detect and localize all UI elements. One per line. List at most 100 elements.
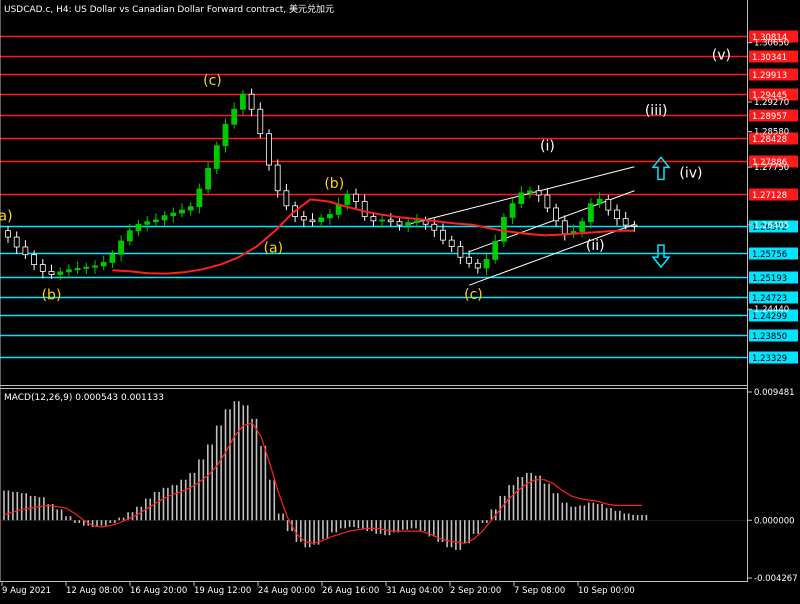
- resistance-level-label: 1.28957: [752, 112, 787, 122]
- bull-candle: [83, 266, 90, 269]
- bull-candle: [170, 212, 177, 217]
- bull-candle: [100, 262, 107, 267]
- bull-candle: [205, 168, 212, 190]
- bear-candle: [422, 220, 429, 225]
- wave-label: (v): [712, 47, 731, 63]
- bear-candle: [361, 201, 368, 217]
- bear-candle: [544, 194, 551, 209]
- bull-candle: [57, 271, 64, 275]
- bull-candle: [66, 269, 72, 273]
- bear-candle: [622, 218, 629, 226]
- bull-candle: [109, 253, 116, 263]
- wave-label: (ii): [586, 238, 605, 254]
- time-label: 2 Sep 20:00: [450, 586, 501, 596]
- bull-candle: [596, 198, 603, 205]
- bear-candle: [257, 108, 264, 135]
- wave-label: (b): [42, 288, 62, 304]
- bull-candle: [344, 193, 351, 205]
- bull-candle: [187, 206, 194, 211]
- time-label: 26 Aug 16:00: [322, 586, 379, 596]
- chart-background: [0, 0, 800, 600]
- bull-candle: [179, 209, 185, 214]
- time-label: 16 Aug 20:00: [130, 586, 187, 596]
- bear-candle: [448, 239, 455, 247]
- macd-title: MACD(12,26,9) 0.000543 0.001133: [4, 393, 164, 403]
- bull-candle: [483, 259, 490, 269]
- bull-candle: [222, 123, 229, 147]
- bull-candle: [500, 216, 507, 242]
- time-label: 24 Aug 00:00: [258, 586, 315, 596]
- wave-label: (a): [264, 240, 284, 256]
- price-tick-label: 1.30650: [754, 39, 789, 49]
- price-tick-label: 1.27750: [754, 163, 789, 173]
- chart-canvas[interactable]: (a) (b) (c) (a) (b) (c) (i) (ii) (iii) (iv) (v) US…: [0, 0, 800, 600]
- wave-label: (iv): [679, 165, 702, 181]
- bull-candle: [135, 223, 142, 232]
- wave-label: (iii): [645, 103, 668, 119]
- bear-candle: [457, 246, 464, 258]
- bear-candle: [309, 219, 316, 223]
- bear-candle: [39, 264, 46, 272]
- time-label: 31 Aug 04:00: [386, 586, 443, 596]
- support-level-label: 1.23329: [752, 354, 787, 364]
- resistance-level-label: 1.29913: [752, 71, 787, 81]
- wave-label: (i): [540, 138, 555, 154]
- bear-candle: [5, 230, 11, 238]
- support-level-label: 1.23850: [752, 332, 787, 342]
- price-tick-label: 1.26405: [754, 221, 789, 231]
- chart-title: USDCAD.c, H4: US Dollar vs Canadian Doll…: [4, 3, 334, 15]
- bear-candle: [474, 262, 481, 269]
- macd-tick-label: 0.000000: [754, 516, 795, 526]
- bear-candle: [431, 223, 438, 231]
- bull-candle: [318, 217, 325, 223]
- bull-candle: [492, 241, 499, 260]
- bear-candle: [535, 190, 542, 196]
- bull-candle: [118, 240, 124, 255]
- bear-candle: [22, 246, 29, 256]
- bear-candle: [353, 193, 359, 202]
- time-label: 10 Sep 00:00: [578, 586, 635, 596]
- bull-candle: [231, 108, 238, 125]
- resistance-level-label: 1.30341: [752, 53, 787, 63]
- bear-candle: [248, 93, 255, 110]
- bull-candle: [405, 222, 412, 226]
- bear-candle: [553, 207, 559, 222]
- support-level-label: 1.25756: [752, 250, 787, 260]
- bear-candle: [387, 219, 394, 223]
- bull-candle: [518, 192, 525, 205]
- wave-label: (b): [324, 176, 344, 192]
- macd-tick-label: 0.009481: [754, 388, 795, 398]
- bear-candle: [466, 256, 473, 264]
- bull-candle: [161, 215, 168, 221]
- bear-candle: [396, 221, 403, 226]
- bear-candle: [614, 209, 620, 220]
- bear-candle: [631, 224, 638, 227]
- bull-candle: [413, 220, 420, 223]
- bear-candle: [48, 271, 55, 275]
- bull-candle: [196, 188, 203, 208]
- bull-candle: [126, 230, 133, 242]
- price-tick-label: 1.29270: [754, 98, 789, 108]
- wave-label: (a): [0, 209, 13, 225]
- bull-candle: [92, 265, 98, 268]
- support-level-label: 1.24723: [752, 294, 787, 304]
- bull-candle: [144, 221, 151, 225]
- bull-candle: [527, 190, 533, 194]
- time-label: 9 Aug 2021: [2, 586, 51, 596]
- bull-candle: [579, 221, 586, 232]
- bear-candle: [274, 164, 281, 192]
- time-label: 12 Aug 08:00: [66, 586, 123, 596]
- bear-candle: [370, 216, 377, 222]
- bear-candle: [13, 236, 20, 248]
- wave-label: (c): [464, 287, 483, 303]
- bull-candle: [239, 93, 246, 110]
- bull-candle: [152, 219, 159, 223]
- bear-candle: [300, 216, 307, 221]
- bull-candle: [213, 145, 220, 169]
- bull-candle: [74, 268, 81, 271]
- support-level-label: 1.25193: [752, 274, 787, 284]
- bull-candle: [588, 203, 594, 223]
- trading-chart[interactable]: (a) (b) (c) (a) (b) (c) (i) (ii) (iii) (iv) (v) US…: [0, 0, 800, 600]
- bear-candle: [31, 254, 38, 265]
- bull-candle: [509, 203, 516, 218]
